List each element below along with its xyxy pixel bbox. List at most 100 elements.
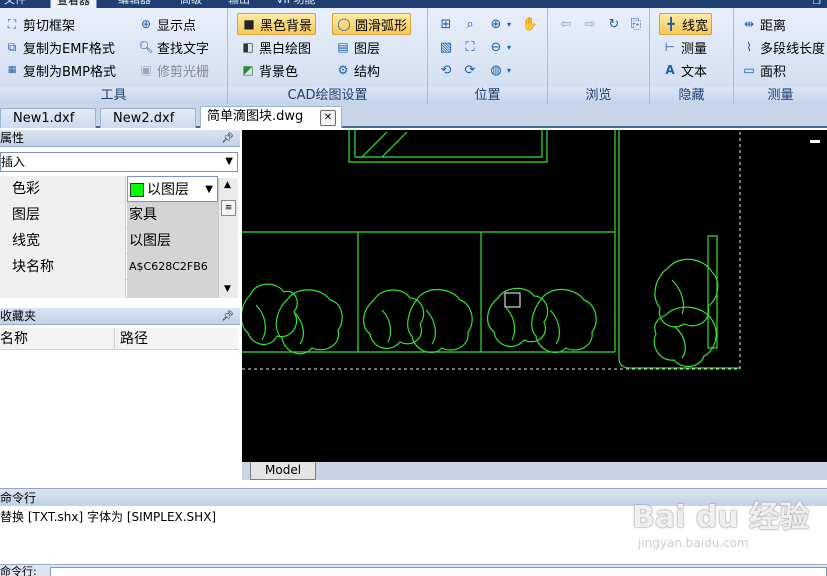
area-button[interactable]: ▭ 面积 [738, 59, 789, 81]
menu-tab-file[interactable]: 文件 [4, 0, 26, 8]
zoom-out-dropdown-icon[interactable]: ▾ [504, 37, 514, 57]
property-value-empty [127, 280, 218, 298]
properties-scrollbar[interactable]: ▲ ≡ ▼ [218, 178, 238, 298]
command-prompt: 命令行: [0, 565, 37, 576]
scroll-up-icon[interactable]: ▲ [224, 180, 231, 190]
property-value[interactable]: 以图层 [127, 228, 218, 254]
trim-raster-label: 修剪光栅 [157, 64, 210, 80]
lineweight-button[interactable]: ╋ 线宽 [659, 13, 713, 35]
refresh-icon[interactable]: ↻ [604, 14, 624, 34]
pin-icon[interactable]: 📌︎ [221, 308, 234, 325]
property-name: 线宽 [0, 228, 126, 254]
ribbon-group-cad-settings: ■ 黑色背景 ◧ 黑白绘图 ◩ 背景色 ◯ 圆滑弧形 ▤ 图层 ⚙ 结构 CAD… [228, 8, 428, 104]
group-label-hide: 隐藏 [650, 87, 733, 104]
palette-icon: ◩ [242, 63, 254, 77]
menu-tab-advanced[interactable]: 高级 [180, 0, 202, 8]
copy-emf-icon: ⧉ [7, 40, 17, 54]
property-name: 色彩 [0, 176, 126, 202]
scroll-thumb[interactable]: ≡ [221, 200, 236, 216]
menu-tab-viewer[interactable]: 查看器 [50, 0, 97, 8]
smooth-arc-icon: ◯ [337, 17, 351, 31]
property-value[interactable]: 家具 [127, 202, 218, 228]
chevron-down-icon: ▼ [205, 184, 213, 195]
doc-tab-new1[interactable]: New1.dxf [0, 108, 96, 128]
group-label-measure: 测量 [734, 87, 827, 104]
favorites-panel: 收藏夹 📌︎ 名称 路径 [0, 308, 240, 488]
fit-extents-icon[interactable]: ▧ [436, 37, 456, 57]
forward-arrow-icon[interactable]: ⇨ [580, 14, 600, 34]
doc-tab-new2[interactable]: New2.dxf [100, 108, 196, 128]
close-icon[interactable]: ✕ [320, 110, 336, 126]
drawing-canvas[interactable] [242, 130, 827, 462]
copy-emf-button[interactable]: ⧉ 复制为EMF格式 [1, 36, 118, 58]
zoom-realtime-icon[interactable]: ⌕ [460, 14, 480, 34]
copy-bmp-label: 复制为BMP格式 [23, 64, 116, 80]
cut-frame-icon: ⛶ [7, 17, 17, 31]
distance-button[interactable]: ⇹ 距离 [738, 13, 789, 35]
show-points-button[interactable]: ⊕ 显示点 [135, 13, 199, 35]
menu-tab-output[interactable]: 输出 [228, 0, 250, 8]
structure-label: 结构 [354, 64, 381, 80]
orbit-icon[interactable]: ◍ [486, 60, 506, 80]
find-text-button[interactable]: 🔍︎ 查找文字 [135, 36, 212, 58]
export-icon[interactable]: ⎘ [626, 14, 646, 34]
pick-box [504, 292, 521, 308]
doc-tab-active-label: 简单滴图块.dwg [207, 109, 304, 124]
column-header-path[interactable]: 路径 [120, 328, 148, 350]
plant-cluster-2 [363, 289, 473, 353]
zoom-window-icon[interactable]: ⊞ [436, 14, 456, 34]
pin-icon[interactable]: 📌︎ [221, 130, 234, 147]
property-name: 块名称 [0, 254, 126, 280]
menu-tab-vip[interactable]: VIP功能 [276, 0, 315, 8]
menu-tab-editor[interactable]: 编辑器 [118, 0, 151, 8]
property-value: 以图层 [147, 182, 189, 198]
hide-text-label: 文本 [681, 64, 708, 80]
property-value[interactable]: A$C628C2FB6 [127, 254, 218, 280]
cad-drawing [242, 130, 820, 370]
search-icon: 🔍︎ [138, 40, 154, 54]
black-background-label: 黑色背景 [260, 18, 313, 34]
chevron-down-icon: ▼ [225, 156, 233, 167]
window-restore-icon[interactable]: ❐ [813, 0, 821, 7]
viewport-marker [810, 140, 820, 143]
crosshair-icon: ⊕ [140, 17, 152, 31]
rotate-view-icon[interactable]: ⟲ [436, 60, 456, 80]
smooth-arc-button[interactable]: ◯ 圆滑弧形 [332, 13, 412, 35]
bw-drawing-button[interactable]: ◧ 黑白绘图 [237, 36, 314, 58]
background-color-button[interactable]: ◩ 背景色 [237, 59, 301, 81]
orbit-dropdown-icon[interactable]: ▾ [504, 60, 514, 80]
copy-bmp-button[interactable]: ▦ 复制为BMP格式 [1, 59, 119, 81]
color-select[interactable]: 以图层 ▼ [127, 176, 218, 202]
layers-button[interactable]: ▤ 图层 [332, 36, 383, 58]
cut-frame-label: 剪切框架 [23, 18, 76, 34]
zoom-out-icon[interactable]: ⊖ [486, 37, 506, 57]
zoom-previous-icon[interactable]: ⟳ [460, 60, 480, 80]
zoom-in-icon[interactable]: ⊕ [486, 14, 506, 34]
column-header-name[interactable]: 名称 [0, 328, 28, 350]
hide-measure-button[interactable]: ⊢ 测量 [659, 36, 710, 58]
ribbon-group-tools: ⛶ 剪切框架 ⧉ 复制为EMF格式 ▦ 复制为BMP格式 ⊕ 显示点 🔍︎ 查找… [0, 8, 228, 104]
structure-button[interactable]: ⚙ 结构 [332, 59, 383, 81]
group-label-cad-settings: CAD绘图设置 [228, 87, 427, 104]
area-label: 面积 [760, 64, 787, 80]
distance-icon: ⇹ [743, 17, 755, 31]
scroll-down-icon[interactable]: ▼ [224, 284, 231, 294]
layers-label: 图层 [354, 41, 381, 57]
zoom-extents-icon[interactable]: ⛶ [460, 37, 480, 57]
hide-text-button[interactable]: A 文本 [659, 59, 710, 81]
cut-frame-button[interactable]: ⛶ 剪切框架 [1, 13, 78, 35]
trim-raster-button[interactable]: ▣ 修剪光栅 [135, 59, 212, 81]
pan-hand-icon[interactable]: ✋ [520, 14, 540, 34]
zoom-in-dropdown-icon[interactable]: ▾ [504, 14, 514, 34]
group-label-position: 位置 [428, 87, 547, 104]
back-arrow-icon[interactable]: ⇦ [556, 14, 576, 34]
cad-viewer-window: 文件 查看器 编辑器 高级 输出 VIP功能 ❐ ⛶ 剪切框架 ⧉ 复制为EMF… [0, 0, 827, 576]
property-name-empty [0, 280, 126, 298]
model-tab[interactable]: Model [250, 462, 317, 480]
entity-type-select[interactable]: 插入 ▼ [0, 152, 238, 172]
black-background-button[interactable]: ■ 黑色背景 [237, 13, 317, 35]
properties-panel: 属性 📌︎ 插入 ▼ 色彩 以图层 ▼ 图层 家具 线宽 以图层 块名称 A$C… [0, 130, 240, 300]
polyline-length-button[interactable]: ⌇ 多段线长度 [738, 36, 827, 58]
ribbon: ⛶ 剪切框架 ⧉ 复制为EMF格式 ▦ 复制为BMP格式 ⊕ 显示点 🔍︎ 查找… [0, 8, 827, 104]
show-points-label: 显示点 [157, 18, 197, 34]
